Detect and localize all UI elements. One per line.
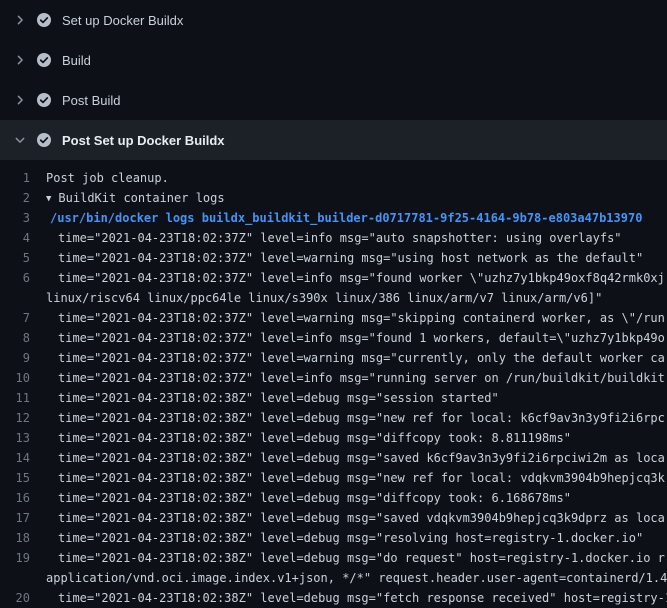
log-line-number[interactable]: 8: [0, 328, 46, 348]
log-line-number[interactable]: 4: [0, 228, 46, 248]
log-line-number[interactable]: 18: [0, 528, 46, 548]
chevron-icon[interactable]: [12, 92, 28, 108]
log-line-text: application/vnd.oci.image.index.v1+json,…: [46, 568, 667, 588]
log-line-text: /usr/bin/docker logs buildx_buildkit_bui…: [46, 208, 667, 228]
log-line: 3 /usr/bin/docker logs buildx_buildkit_b…: [0, 208, 667, 228]
log-line-number[interactable]: 1: [0, 168, 46, 188]
log-line-text: time="2021-04-23T18:02:37Z" level=info m…: [46, 268, 667, 288]
log-line: 13 time="2021-04-23T18:02:38Z" level=deb…: [0, 428, 667, 448]
log-line: 5 time="2021-04-23T18:02:37Z" level=warn…: [0, 248, 667, 268]
log-line: 9 time="2021-04-23T18:02:37Z" level=warn…: [0, 348, 667, 368]
step-sections: Set up Docker Buildx Build P: [0, 0, 667, 160]
log-group-label[interactable]: BuildKit container logs: [58, 191, 224, 205]
log-line-number[interactable]: 5: [0, 248, 46, 268]
log-line-number[interactable]: 9: [0, 348, 46, 368]
log-line-number[interactable]: 11: [0, 388, 46, 408]
log-line-number[interactable]: 13: [0, 428, 46, 448]
log-line-number[interactable]: 15: [0, 468, 46, 488]
log-area: 1 Post job cleanup. 2 ▼ BuildKit containe…: [0, 160, 667, 608]
log-line-number[interactable]: [0, 288, 46, 308]
log-line-text: time="2021-04-23T18:02:37Z" level=warnin…: [46, 348, 667, 368]
log-line-text: time="2021-04-23T18:02:38Z" level=debug …: [46, 448, 667, 468]
log-line-text: time="2021-04-23T18:02:38Z" level=debug …: [46, 548, 667, 568]
chevron-icon[interactable]: [12, 132, 28, 148]
log-line-text: time="2021-04-23T18:02:38Z" level=debug …: [46, 488, 667, 508]
step-section-label: Post Build: [62, 93, 121, 108]
log-line: 11 time="2021-04-23T18:02:38Z" level=deb…: [0, 388, 667, 408]
log-line-number[interactable]: 3: [0, 208, 46, 228]
log-line-number[interactable]: 17: [0, 508, 46, 528]
log-line-text: time="2021-04-23T18:02:38Z" level=debug …: [46, 528, 667, 548]
step-section-post-build[interactable]: Post Build: [0, 80, 667, 120]
log-line-text: time="2021-04-23T18:02:37Z" level=warnin…: [46, 308, 667, 328]
log-line-text: time="2021-04-23T18:02:38Z" level=debug …: [46, 468, 667, 488]
step-section-set-up-docker-buildx[interactable]: Set up Docker Buildx: [0, 0, 667, 40]
log-line: 14 time="2021-04-23T18:02:38Z" level=deb…: [0, 448, 667, 468]
log-line-number[interactable]: 19: [0, 548, 46, 568]
log-line-text: time="2021-04-23T18:02:38Z" level=debug …: [46, 588, 667, 608]
log-line: 10 time="2021-04-23T18:02:37Z" level=inf…: [0, 368, 667, 388]
log-line: linux/riscv64 linux/ppc64le linux/s390x …: [0, 288, 667, 308]
log-line-text: time="2021-04-23T18:02:37Z" level=warnin…: [46, 248, 667, 268]
step-status-check-icon: [36, 92, 52, 108]
step-section-post-set-up-docker-buildx[interactable]: Post Set up Docker Buildx: [0, 120, 667, 160]
log-line: 4 time="2021-04-23T18:02:37Z" level=info…: [0, 228, 667, 248]
chevron-icon[interactable]: [12, 52, 28, 68]
log-line-text: time="2021-04-23T18:02:37Z" level=info m…: [46, 368, 667, 388]
log-line-text: Post job cleanup.: [46, 168, 667, 188]
log-line: 2 ▼ BuildKit container logs: [0, 188, 667, 208]
log-line: 18 time="2021-04-23T18:02:38Z" level=deb…: [0, 528, 667, 548]
log-line: 20 time="2021-04-23T18:02:38Z" level=deb…: [0, 588, 667, 608]
log-line-number[interactable]: 6: [0, 268, 46, 288]
step-section-label: Build: [62, 53, 91, 68]
log-line-number[interactable]: 10: [0, 368, 46, 388]
log-line-text: linux/riscv64 linux/ppc64le linux/s390x …: [46, 288, 667, 308]
step-section-label: Post Set up Docker Buildx: [62, 133, 225, 148]
step-section-label: Set up Docker Buildx: [62, 13, 183, 28]
log-line-text: time="2021-04-23T18:02:38Z" level=debug …: [46, 428, 667, 448]
chevron-icon[interactable]: [12, 12, 28, 28]
step-status-check-icon: [36, 52, 52, 68]
actions-log-viewer: Set up Docker Buildx Build P: [0, 0, 667, 608]
log-line: 6 time="2021-04-23T18:02:37Z" level=info…: [0, 268, 667, 288]
step-status-check-icon: [36, 12, 52, 28]
log-line: 19 time="2021-04-23T18:02:38Z" level=deb…: [0, 548, 667, 568]
log-line-number[interactable]: 14: [0, 448, 46, 468]
log-line: 1 Post job cleanup.: [0, 168, 667, 188]
log-line-text: time="2021-04-23T18:02:38Z" level=debug …: [46, 408, 667, 428]
log-line: 17 time="2021-04-23T18:02:38Z" level=deb…: [0, 508, 667, 528]
log-line-text: time="2021-04-23T18:02:37Z" level=info m…: [46, 328, 667, 348]
step-section-build[interactable]: Build: [0, 40, 667, 80]
step-status-check-icon: [36, 132, 52, 148]
log-line-text: ▼ BuildKit container logs: [46, 188, 667, 208]
log-line: 12 time="2021-04-23T18:02:38Z" level=deb…: [0, 408, 667, 428]
log-line-number[interactable]: 20: [0, 588, 46, 608]
log-line-number[interactable]: 12: [0, 408, 46, 428]
log-line-number[interactable]: 16: [0, 488, 46, 508]
log-line: 16 time="2021-04-23T18:02:38Z" level=deb…: [0, 488, 667, 508]
log-line-text: time="2021-04-23T18:02:38Z" level=debug …: [46, 388, 667, 408]
log-group-caret-icon[interactable]: ▼: [46, 189, 51, 208]
log-line-number[interactable]: 2: [0, 188, 46, 208]
log-line-text: time="2021-04-23T18:02:37Z" level=info m…: [46, 228, 667, 248]
log-line-number[interactable]: [0, 568, 46, 588]
log-line: application/vnd.oci.image.index.v1+json,…: [0, 568, 667, 588]
log-line: 15 time="2021-04-23T18:02:38Z" level=deb…: [0, 468, 667, 488]
log-line: 7 time="2021-04-23T18:02:37Z" level=warn…: [0, 308, 667, 328]
log-line-number[interactable]: 7: [0, 308, 46, 328]
log-line: 8 time="2021-04-23T18:02:37Z" level=info…: [0, 328, 667, 348]
log-line-text: time="2021-04-23T18:02:38Z" level=debug …: [46, 508, 667, 528]
